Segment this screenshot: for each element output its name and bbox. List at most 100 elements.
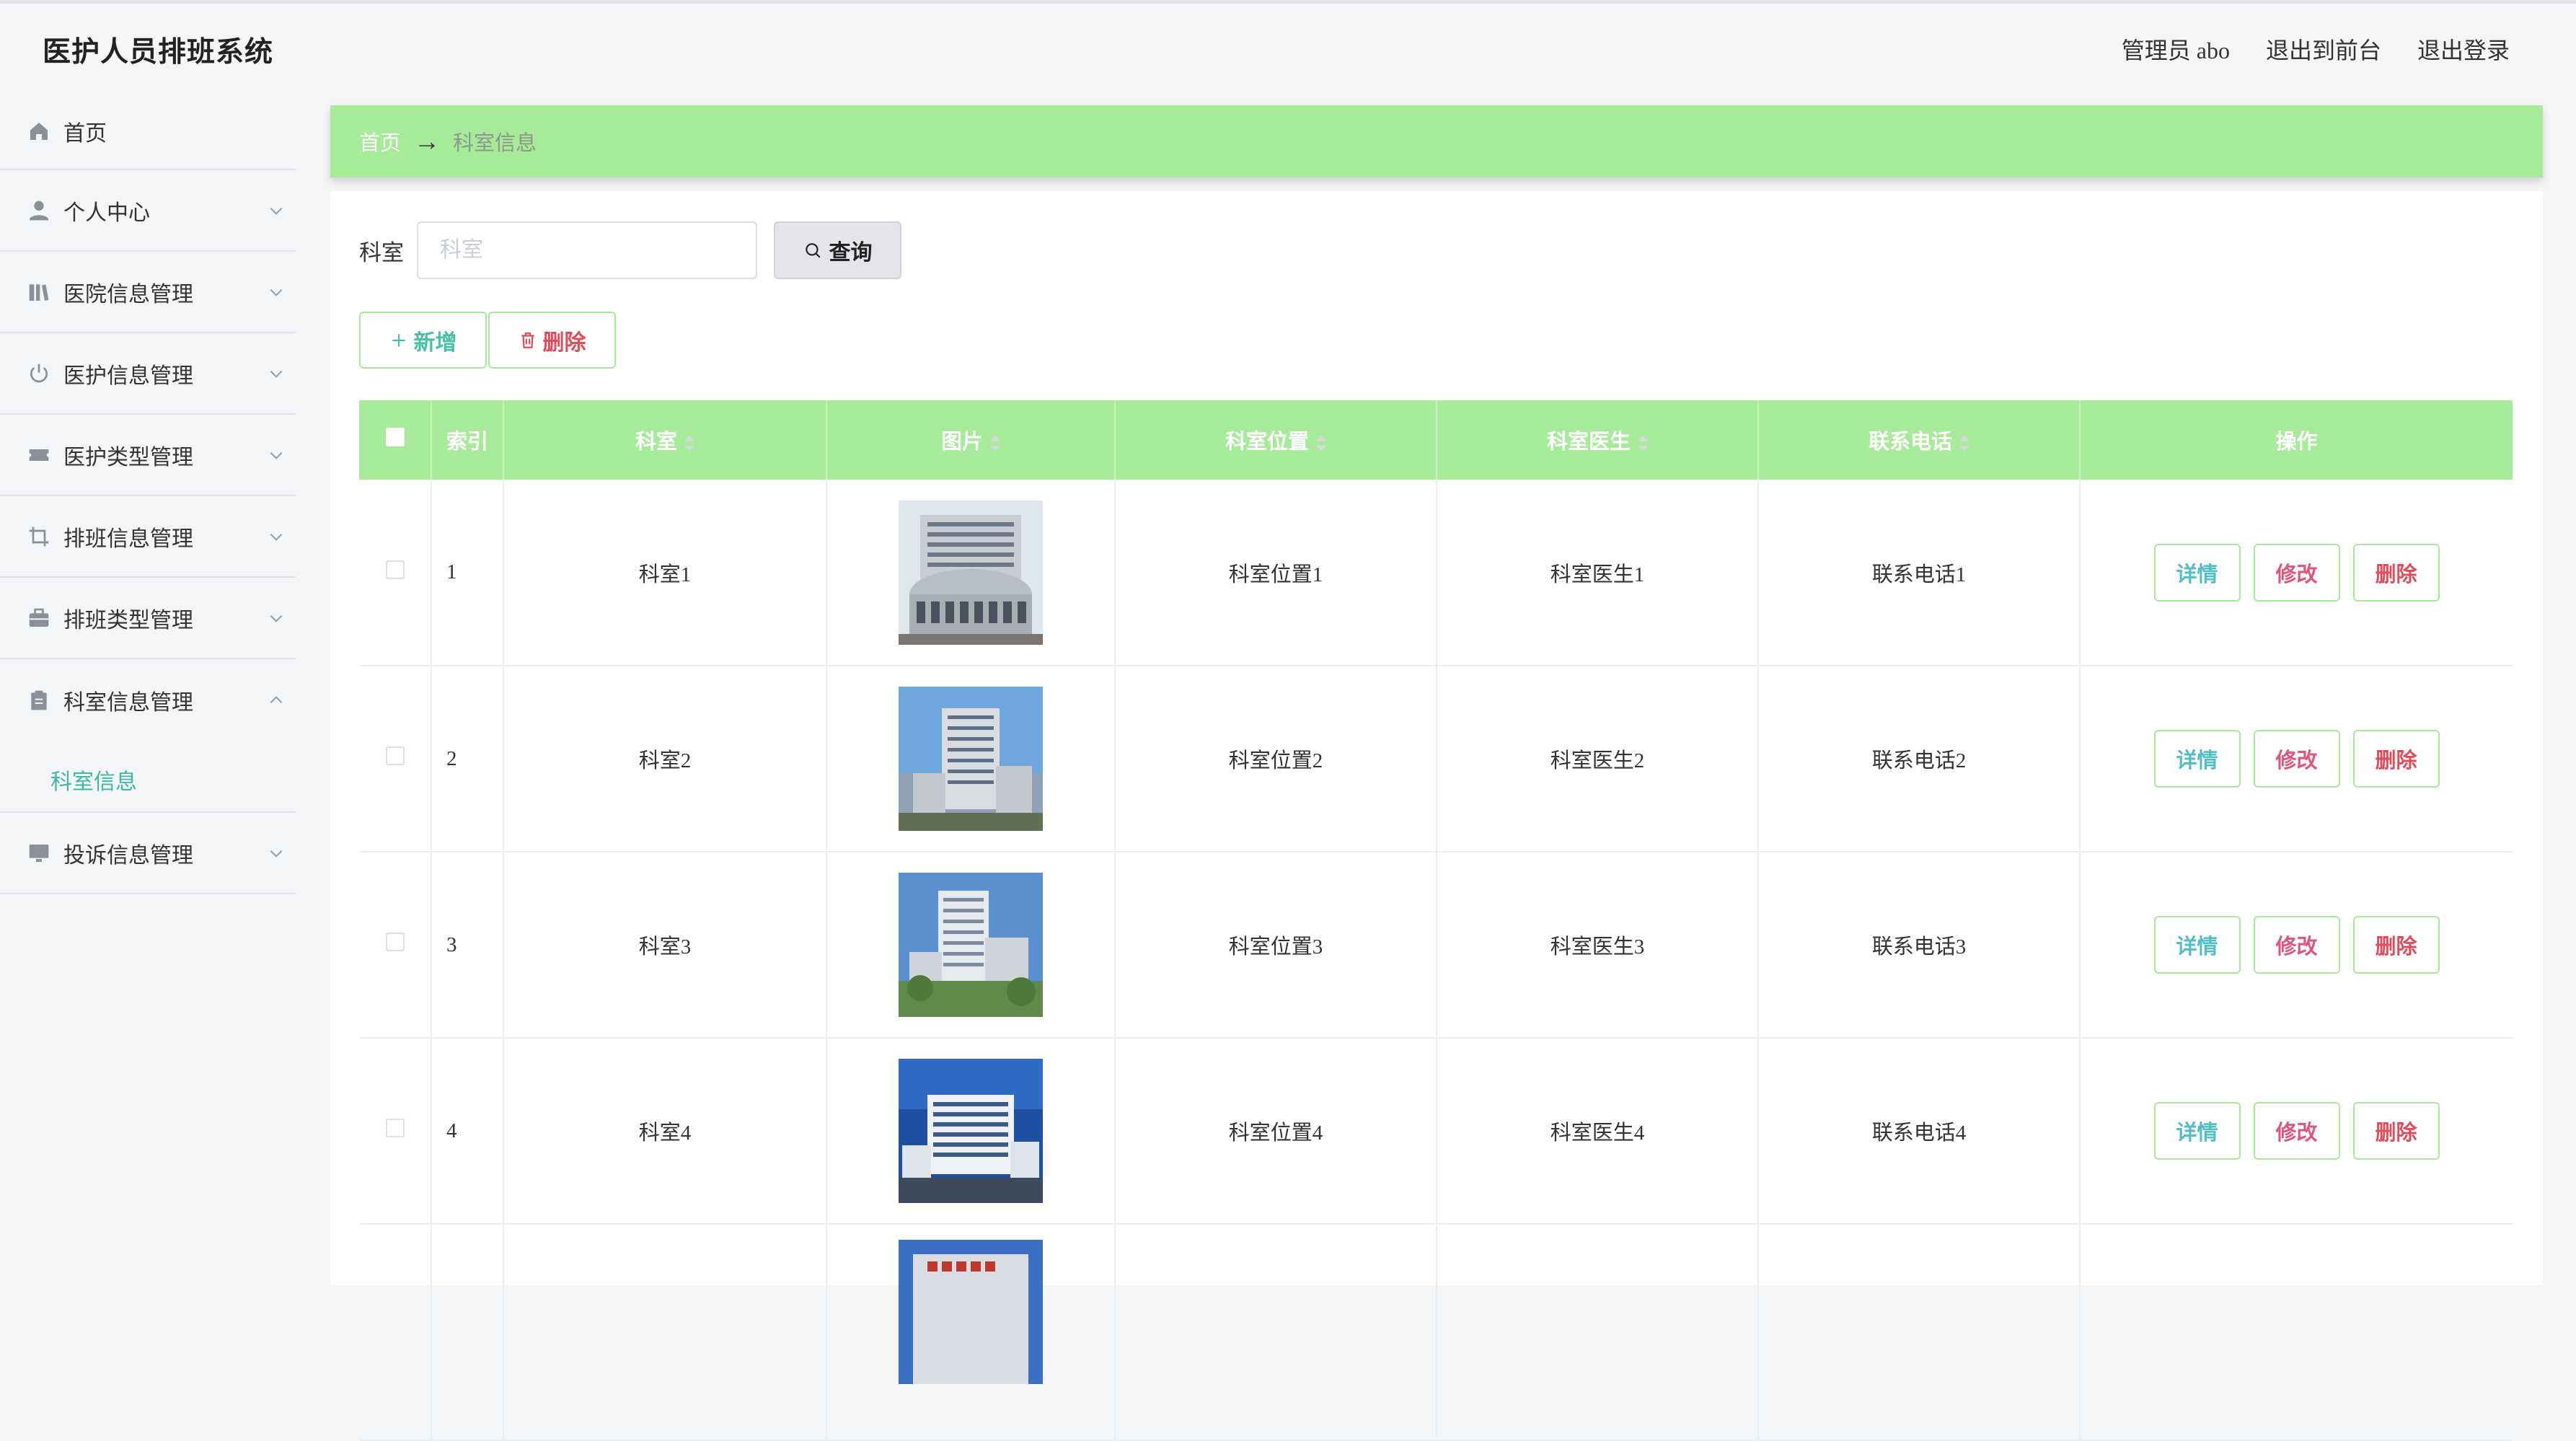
chevron-down-icon (270, 533, 283, 541)
sort-icon[interactable] (990, 435, 1000, 452)
detail-button[interactable]: 详情 (2153, 543, 2241, 601)
sidebar-item-personal-center[interactable]: 个人中心 (0, 170, 296, 252)
sidebar-subitem-label: 科室信息 (50, 770, 137, 794)
row-index (431, 1224, 504, 1440)
header-doctor-label: 科室医生 (1546, 431, 1631, 454)
delete-button[interactable]: 删除 (2352, 730, 2440, 788)
sidebar-item-medical-staff-info[interactable]: 医护信息管理 (0, 333, 296, 415)
sort-icon[interactable] (1959, 435, 1970, 452)
sidebar-item-label: 科室信息管理 (63, 690, 193, 715)
row-location: 科室位置1 (1115, 480, 1437, 666)
monitor-icon (27, 842, 50, 865)
row-checkbox[interactable] (385, 933, 405, 951)
row-ops-cell: 详情 修改 删除 (2080, 1038, 2513, 1224)
sidebar-item-home[interactable]: 首页 (0, 94, 296, 170)
clipboard-icon (27, 689, 50, 712)
row-select-cell (359, 480, 432, 666)
row-ops-cell: 详情 修改 删除 (2080, 480, 2513, 666)
row-phone (1758, 1224, 2081, 1440)
edit-button[interactable]: 修改 (2253, 1102, 2340, 1160)
sidebar: 首页 个人中心 医院信息管理 医护信息管理 医护类型管理 排班信息管理 排班类型… (0, 94, 296, 1285)
row-checkbox[interactable] (385, 746, 405, 765)
row-ops-cell (2080, 1224, 2513, 1440)
sidebar-item-label: 排班类型管理 (63, 608, 193, 633)
row-select-cell (359, 1038, 432, 1224)
add-button[interactable]: 新增 (359, 312, 487, 369)
trash-icon (521, 332, 534, 348)
header-index: 索引 (431, 400, 504, 480)
header-dept[interactable]: 科室 (503, 400, 827, 480)
sidebar-item-schedule-info[interactable]: 排班信息管理 (0, 496, 296, 578)
logout-link[interactable]: 退出登录 (2417, 32, 2510, 66)
delete-button[interactable]: 删除 (2352, 543, 2440, 601)
briefcase-icon (27, 607, 50, 630)
sidebar-item-department-info[interactable]: 科室信息管理 (0, 659, 296, 741)
batch-delete-button[interactable]: 删除 (488, 312, 616, 369)
row-image-cell (826, 666, 1116, 852)
chevron-down-icon (270, 288, 283, 296)
plus-icon (392, 333, 405, 347)
detail-button[interactable]: 详情 (2153, 1102, 2241, 1160)
row-ops-cell: 详情 修改 删除 (2080, 666, 2513, 852)
row-image-cell (826, 480, 1116, 666)
row-location (1115, 1224, 1437, 1440)
breadcrumb-current: 科室信息 (453, 132, 537, 155)
breadcrumb-home[interactable]: 首页 (359, 126, 401, 157)
sidebar-item-label: 首页 (63, 122, 107, 146)
row-index: 4 (431, 1038, 504, 1224)
edit-button[interactable]: 修改 (2253, 916, 2340, 974)
current-user[interactable]: 管理员 abo (2122, 32, 2230, 66)
exit-to-front-link[interactable]: 退出到前台 (2266, 32, 2381, 66)
sidebar-item-label: 个人中心 (63, 200, 150, 225)
row-image-cell (826, 1038, 1116, 1224)
sidebar-item-schedule-type[interactable]: 排班类型管理 (0, 578, 296, 659)
detail-button[interactable]: 详情 (2153, 730, 2241, 788)
search-label: 科室 (359, 240, 404, 265)
sidebar-item-label: 投诉信息管理 (63, 843, 193, 868)
sort-icon[interactable] (1316, 435, 1326, 452)
user-icon (27, 199, 50, 222)
sidebar-item-label: 医院信息管理 (63, 282, 193, 307)
sort-icon[interactable] (1638, 435, 1648, 452)
sidebar-item-label: 医护信息管理 (63, 363, 193, 388)
header-image[interactable]: 图片 (826, 400, 1116, 480)
sidebar-subitem-department[interactable]: 科室信息 (0, 741, 296, 813)
row-dept: 科室2 (503, 666, 827, 852)
header-location[interactable]: 科室位置 (1115, 400, 1437, 480)
header-image-label: 图片 (940, 431, 983, 454)
edit-button[interactable]: 修改 (2253, 543, 2340, 601)
sidebar-item-complaint-info[interactable]: 投诉信息管理 (0, 813, 296, 894)
add-button-label: 新增 (413, 330, 457, 355)
search-input[interactable] (417, 221, 757, 279)
row-checkbox[interactable] (385, 1119, 405, 1137)
query-button[interactable]: 查询 (774, 221, 901, 279)
hospital-building-image (899, 1059, 1043, 1203)
home-icon (27, 120, 50, 143)
row-index: 3 (431, 852, 504, 1038)
sort-icon[interactable] (684, 435, 694, 452)
row-checkbox[interactable] (385, 560, 405, 579)
delete-button[interactable]: 删除 (2352, 1102, 2440, 1160)
sidebar-item-label: 医护类型管理 (63, 445, 193, 470)
chevron-down-icon (270, 370, 283, 378)
delete-button[interactable]: 删除 (2352, 916, 2440, 974)
header-phone[interactable]: 联系电话 (1758, 400, 2081, 480)
chevron-up-icon (270, 695, 283, 703)
select-all-checkbox[interactable] (385, 428, 405, 446)
row-doctor: 科室医生3 (1437, 852, 1759, 1038)
header-doctor[interactable]: 科室医生 (1437, 400, 1759, 480)
table-row: 4 科室4 科室位置4 科室医生4 联系电话4 详情 修改 删除 (359, 1038, 2513, 1224)
table-row: 3 科室3 科室位置3 科室医生3 联系电话3 详情 修改 删除 (359, 852, 2513, 1038)
table-header-row: 索引 科室 图片 科室位置 科室医生 联系电话 操作 (359, 400, 2513, 480)
row-doctor: 科室医生2 (1437, 666, 1759, 852)
detail-button[interactable]: 详情 (2153, 916, 2241, 974)
books-icon (27, 281, 50, 304)
row-doctor: 科室医生1 (1437, 480, 1759, 666)
sidebar-item-staff-type[interactable]: 医护类型管理 (0, 415, 296, 496)
hospital-building-image (899, 1240, 1043, 1384)
edit-button[interactable]: 修改 (2253, 730, 2340, 788)
table-row: 1 科室1 科室位置1 科室医生1 联系电话1 详情 修改 删除 (359, 480, 2513, 666)
sidebar-item-hospital-info[interactable]: 医院信息管理 (0, 252, 296, 333)
row-dept: 科室1 (503, 480, 827, 666)
row-phone: 联系电话4 (1758, 1038, 2081, 1224)
